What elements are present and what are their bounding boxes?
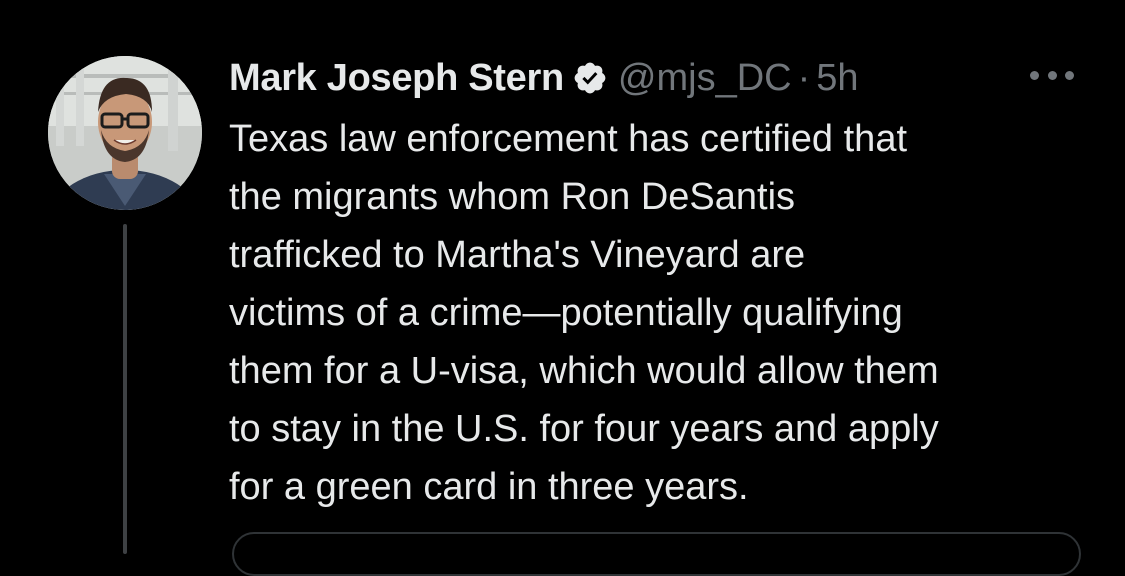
display-name[interactable]: Mark Joseph Stern	[229, 57, 564, 100]
thread-line	[123, 224, 127, 554]
tweet-header: Mark Joseph Stern @mjs_DC · 5h	[229, 52, 859, 104]
verified-badge-icon	[572, 60, 608, 96]
more-dot	[1065, 70, 1074, 80]
more-dot	[1030, 70, 1039, 80]
tweet-text: Texas law enforcement has certified that…	[229, 118, 939, 508]
timestamp[interactable]: 5h	[816, 57, 858, 100]
header-separator: ·	[797, 56, 811, 99]
author-handle[interactable]: @mjs_DC	[618, 57, 792, 100]
tweet[interactable]: Mark Joseph Stern @mjs_DC · 5h Texas law…	[0, 0, 1125, 576]
avatar-photo	[48, 56, 202, 210]
more-dot	[1047, 70, 1057, 80]
more-options-icon[interactable]	[1030, 64, 1074, 86]
avatar[interactable]	[48, 56, 202, 210]
